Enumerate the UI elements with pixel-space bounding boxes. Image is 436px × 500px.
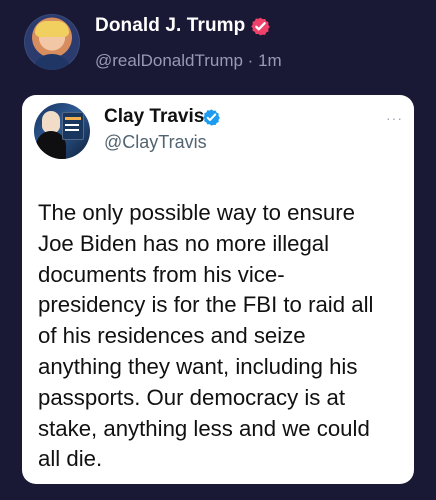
avatar-face-icon — [42, 111, 60, 133]
verified-badge-icon — [250, 16, 271, 37]
more-options-icon[interactable]: ··· — [386, 111, 402, 125]
quoted-post-card[interactable]: Clay Travis @ClayTravis ··· The only pos… — [22, 95, 414, 484]
quoted-author-handle[interactable]: @ClayTravis — [104, 132, 207, 153]
avatar-sign-icon — [62, 112, 84, 140]
post-header: Donald J. Trump @realDonaldTrump · 1m — [0, 0, 436, 90]
author-name[interactable]: Donald J. Trump — [95, 15, 245, 37]
quoted-post-text: The only possible way to ensure Joe Bide… — [38, 200, 374, 472]
quoted-author-name[interactable]: Clay Travis — [104, 106, 204, 128]
author-handle-timestamp: @realDonaldTrump · 1m — [95, 51, 282, 70]
quoted-verified-badge-icon — [202, 108, 221, 127]
author-avatar[interactable] — [24, 14, 80, 70]
quoted-author-avatar[interactable] — [34, 103, 90, 159]
